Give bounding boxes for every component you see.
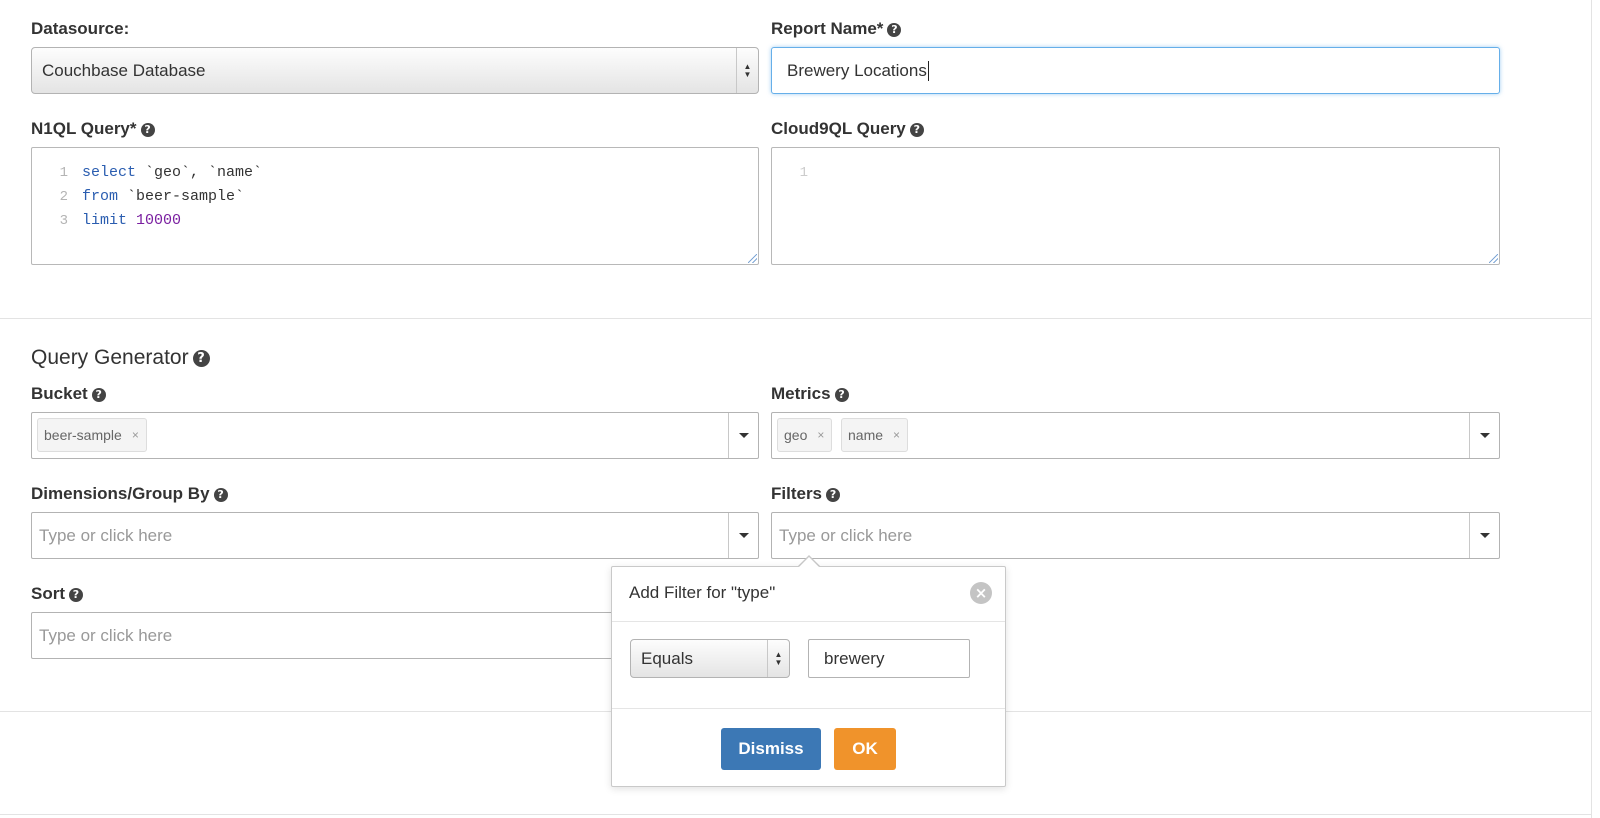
cloud9ql-query-label: Cloud9QL Query?	[771, 119, 924, 139]
help-icon[interactable]: ?	[91, 388, 106, 402]
line-number: 1	[799, 165, 808, 181]
remove-tag-icon[interactable]: ×	[817, 428, 824, 442]
help-icon[interactable]: ?	[140, 123, 155, 137]
resize-handle-icon[interactable]	[748, 254, 757, 263]
popover-header-divider	[612, 621, 1005, 622]
cloud9ql-query-editor[interactable]: 1	[771, 147, 1500, 265]
filter-operator-value: Equals	[641, 648, 693, 668]
caret-down-icon	[1479, 433, 1490, 438]
add-filter-popover: Add Filter for "type" × Equals ▲ ▼ brewer…	[611, 566, 1006, 787]
popover-arrow-fill	[799, 557, 819, 567]
help-icon[interactable]: ?	[834, 388, 849, 402]
caret-down-icon	[738, 533, 749, 538]
dimensions-select[interactable]: Type or click here	[31, 512, 759, 559]
metric-tag: geo ×	[777, 418, 833, 452]
select-arrows-icon: ▲ ▼	[736, 48, 758, 93]
metric-tag: name ×	[841, 418, 909, 452]
line-number: 3	[59, 213, 68, 229]
bucket-select[interactable]: beer-sample ×	[31, 412, 759, 459]
n1ql-query-editor[interactable]: 1 select `geo`, `name` 2 from `beer-samp…	[31, 147, 759, 265]
sort-placeholder: Type or click here	[39, 625, 173, 645]
filters-label: Filters?	[771, 484, 841, 504]
filter-value-input[interactable]: brewery	[808, 639, 970, 678]
datasource-label: Datasource:	[31, 19, 130, 38]
caret-down-icon	[738, 433, 749, 438]
bucket-tag: beer-sample ×	[37, 418, 147, 452]
dimensions-placeholder: Type or click here	[39, 525, 173, 545]
text-cursor	[927, 60, 929, 81]
dropdown-toggle[interactable]	[728, 413, 758, 458]
ok-button[interactable]: OK	[834, 728, 896, 770]
datasource-select[interactable]: Couchbase Database ▲ ▼	[31, 47, 759, 94]
report-name-input[interactable]: Brewery Locations	[771, 47, 1500, 94]
report-name-value: Brewery Locations	[787, 60, 927, 80]
code-line: select `geo`, `name`	[82, 164, 263, 181]
report-name-label: Report Name*?	[771, 19, 902, 39]
help-icon[interactable]: ?	[213, 488, 228, 502]
dropdown-toggle[interactable]	[728, 513, 758, 558]
help-icon[interactable]: ?	[826, 488, 841, 502]
section-divider-1	[0, 318, 1591, 319]
line-number: 2	[59, 189, 68, 205]
bucket-label: Bucket?	[31, 384, 106, 404]
metrics-label: Metrics?	[771, 384, 849, 404]
filters-placeholder: Type or click here	[779, 525, 913, 545]
line-number: 1	[59, 165, 68, 181]
metrics-select[interactable]: geo × name ×	[771, 412, 1500, 459]
code-line: from `beer-sample`	[82, 188, 245, 205]
resize-handle-icon[interactable]	[1489, 254, 1498, 263]
dimensions-label: Dimensions/Group By?	[31, 484, 228, 504]
help-icon[interactable]: ?	[909, 123, 924, 137]
remove-tag-icon[interactable]: ×	[893, 428, 900, 442]
right-edge-line	[1591, 0, 1592, 818]
n1ql-query-label: N1QL Query*?	[31, 119, 155, 139]
close-icon[interactable]: ×	[970, 582, 992, 604]
help-icon[interactable]: ?	[69, 588, 83, 602]
datasource-value: Couchbase Database	[42, 60, 206, 80]
help-icon[interactable]: ?	[192, 350, 210, 367]
remove-tag-icon[interactable]: ×	[132, 428, 139, 442]
select-arrows-icon: ▲ ▼	[767, 640, 789, 677]
code-line: limit 10000	[82, 212, 182, 229]
filters-select[interactable]: Type or click here	[771, 512, 1500, 559]
dropdown-toggle[interactable]	[1469, 513, 1499, 558]
query-generator-title: Query Generator?	[31, 346, 210, 370]
help-icon[interactable]: ?	[887, 23, 902, 37]
filter-operator-select[interactable]: Equals ▲ ▼	[630, 639, 790, 678]
dropdown-toggle[interactable]	[1469, 413, 1499, 458]
popover-title: Add Filter for "type"	[629, 583, 776, 602]
filter-value-text: brewery	[824, 648, 885, 668]
sort-label: Sort?	[31, 584, 83, 604]
popover-footer-divider	[612, 708, 1005, 709]
section-divider-3	[0, 814, 1591, 815]
caret-down-icon	[1479, 533, 1490, 538]
dismiss-button[interactable]: Dismiss	[721, 728, 821, 770]
